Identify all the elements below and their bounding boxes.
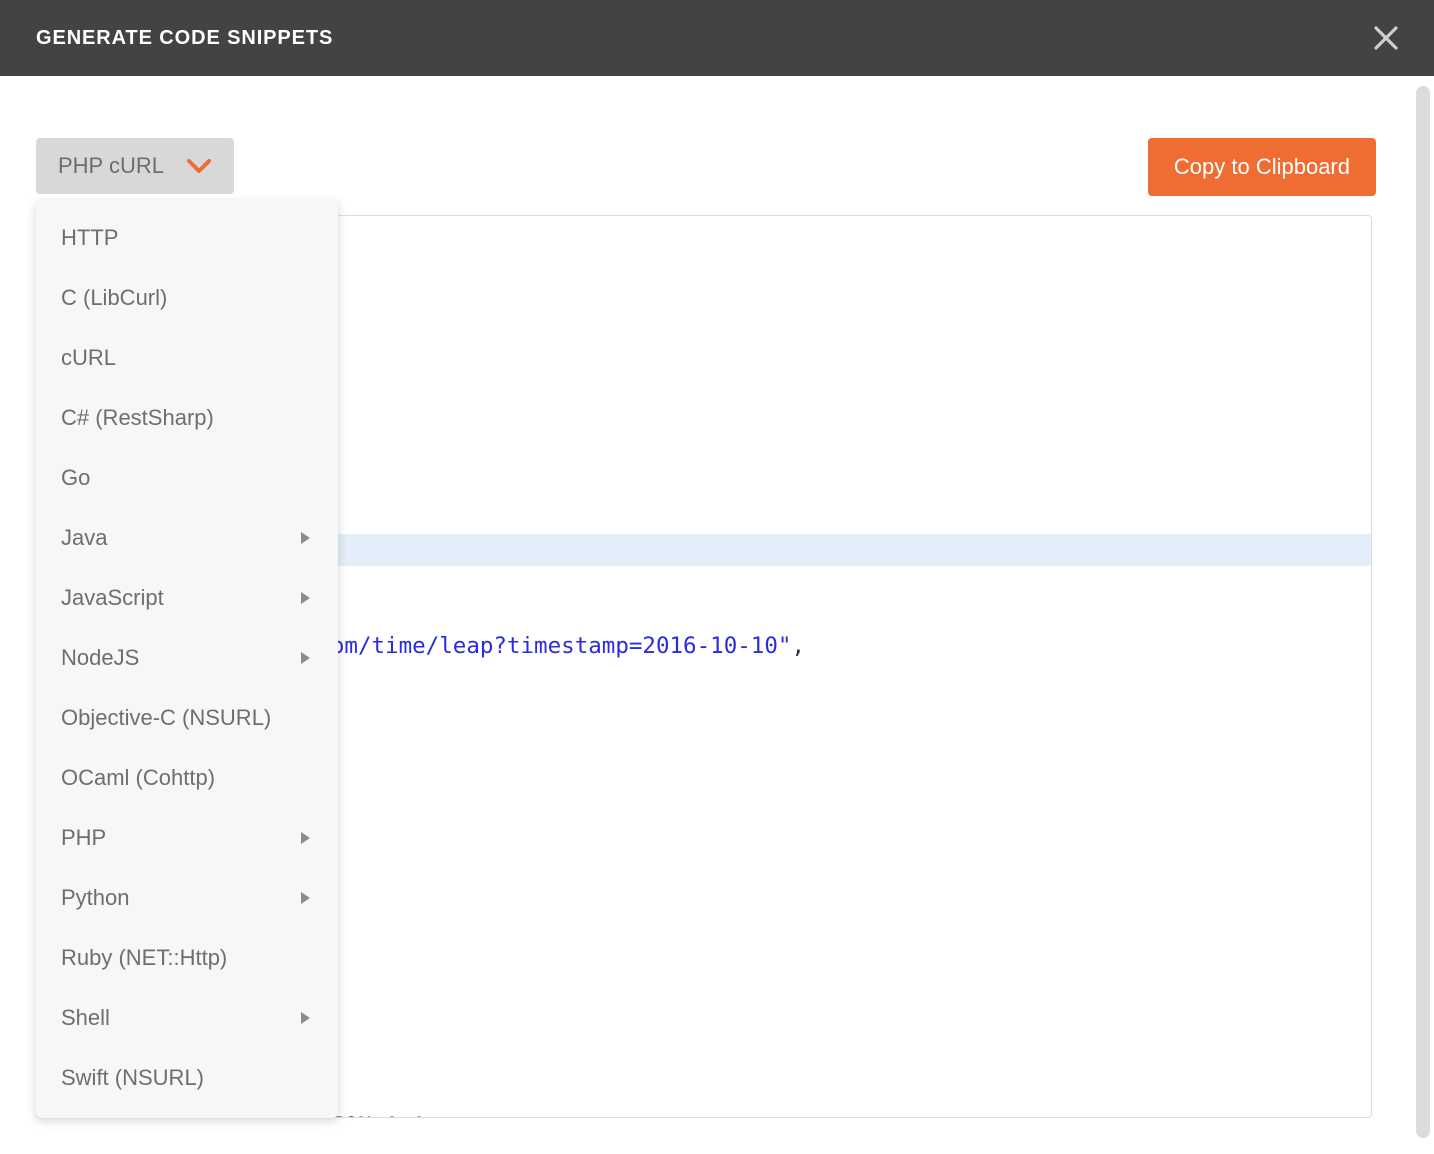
menu-item-javascript[interactable]: JavaScript	[36, 568, 338, 628]
menu-item-curl[interactable]: cURL	[36, 328, 338, 388]
menu-item-go[interactable]: Go	[36, 448, 338, 508]
menu-item-swift-nsurl[interactable]: Swift (NSURL)	[36, 1048, 338, 1108]
menu-item-objective-c-nsurl[interactable]: Objective-C (NSURL)	[36, 688, 338, 748]
language-select-label: PHP cURL	[58, 153, 164, 178]
close-icon[interactable]	[1362, 14, 1410, 62]
menu-item-http[interactable]: HTTP	[36, 208, 338, 268]
menu-item-shell[interactable]: Shell	[36, 988, 338, 1048]
menu-item-label: HTTP	[61, 225, 119, 250]
language-dropdown-menu[interactable]: HTTP C (LibCurl) cURL C# (RestSharp) Go …	[36, 200, 338, 1118]
menu-item-nodejs[interactable]: NodeJS	[36, 628, 338, 688]
chevron-right-icon	[301, 892, 310, 904]
chevron-right-icon	[301, 532, 310, 544]
menu-item-python[interactable]: Python	[36, 868, 338, 928]
menu-item-label: Python	[61, 885, 130, 910]
menu-item-java[interactable]: Java	[36, 508, 338, 568]
menu-item-php[interactable]: PHP	[36, 808, 338, 868]
modal-header: GENERATE CODE SNIPPETS	[0, 0, 1434, 76]
menu-item-label: Java	[61, 525, 108, 550]
menu-item-label: C# (RestSharp)	[61, 405, 214, 430]
chevron-right-icon	[301, 832, 310, 844]
chevron-right-icon	[301, 1012, 310, 1024]
page-title: GENERATE CODE SNIPPETS	[36, 26, 334, 49]
vertical-scrollbar[interactable]	[1412, 76, 1434, 1154]
menu-item-label: Objective-C (NSURL)	[61, 705, 272, 730]
menu-item-label: PHP	[61, 825, 107, 850]
menu-item-label: JavaScript	[61, 585, 164, 610]
generate-code-snippets-modal: GENERATE CODE SNIPPETS PHP cURL Copy to …	[0, 0, 1434, 1154]
chevron-down-icon	[186, 158, 212, 175]
menu-item-label: NodeJS	[61, 645, 140, 670]
menu-item-label: Swift (NSURL)	[61, 1065, 205, 1090]
menu-item-ruby-net-http[interactable]: Ruby (NET::Http)	[36, 928, 338, 988]
menu-item-ocaml-cohttp[interactable]: OCaml (Cohttp)	[36, 748, 338, 808]
chevron-right-icon	[301, 652, 310, 664]
menu-item-c-libcurl[interactable]: C (LibCurl)	[36, 268, 338, 328]
menu-item-label: Shell	[61, 1005, 110, 1030]
modal-body: PHP cURL Copy to Clipboard $curl = curl_…	[0, 76, 1434, 1154]
menu-item-csharp-restsharp[interactable]: C# (RestSharp)	[36, 388, 338, 448]
vertical-scrollbar-thumb[interactable]	[1416, 86, 1430, 1138]
language-select-button[interactable]: PHP cURL	[36, 138, 234, 194]
menu-item-label: Go	[61, 465, 91, 490]
menu-item-label: C (LibCurl)	[61, 285, 168, 310]
copy-to-clipboard-button[interactable]: Copy to Clipboard	[1147, 138, 1376, 196]
chevron-right-icon	[301, 592, 310, 604]
menu-item-label: cURL	[61, 345, 117, 370]
menu-item-label: Ruby (NET::Http)	[61, 945, 228, 970]
menu-item-label: OCaml (Cohttp)	[61, 765, 216, 790]
